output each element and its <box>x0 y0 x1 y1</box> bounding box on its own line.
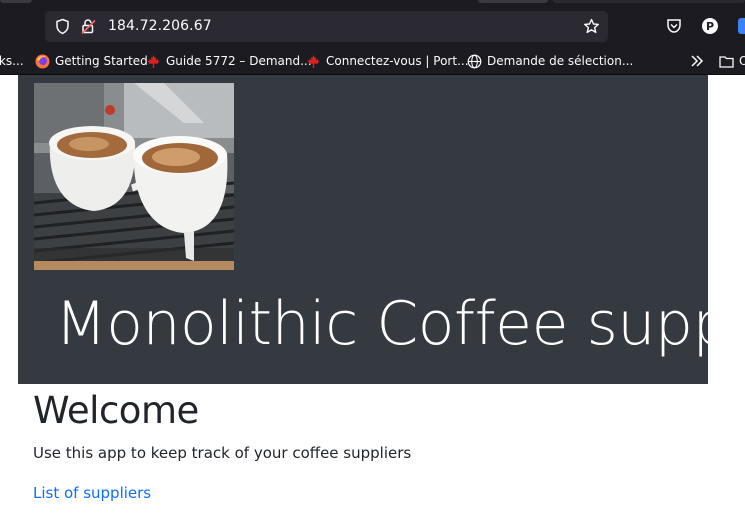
web-page: Monolithic Coffee supp Welcome Use this … <box>0 75 745 517</box>
suppliers-list-link[interactable]: List of suppliers <box>33 484 151 502</box>
address-bar[interactable]: 184.72.206.67 <box>45 11 608 42</box>
shield-icon[interactable] <box>54 18 71 35</box>
page-description: Use this app to keep track of your coffe… <box>33 444 412 462</box>
tab[interactable] <box>553 0 745 3</box>
bookmark-getting-started[interactable]: Getting Started <box>35 52 148 70</box>
bookmark-other-folder[interactable]: O <box>719 52 745 70</box>
bookmark-label: Connectez-vous | Port... <box>326 54 469 68</box>
svg-text:P: P <box>706 20 714 33</box>
insecure-lock-icon[interactable] <box>80 18 97 35</box>
bookmark-item[interactable]: rks... <box>0 52 24 70</box>
bookmark-label: Guide 5772 – Demand... <box>166 54 312 68</box>
bookmark-label: rks... <box>0 54 24 68</box>
espresso-cups-image <box>34 83 234 270</box>
bookmark-connectez-vous[interactable]: Connectez-vous | Port... <box>306 52 469 70</box>
hero-title: Monolithic Coffee supp <box>55 289 708 359</box>
page-heading: Welcome <box>33 389 199 432</box>
url-text[interactable]: 184.72.206.67 <box>108 18 212 34</box>
bookmark-label: Getting Started <box>55 54 148 68</box>
tab-strip <box>0 0 745 7</box>
maple-leaf-icon <box>307 54 320 68</box>
account-avatar-icon[interactable]: P <box>701 17 719 35</box>
chevron-double-right-icon[interactable] <box>690 54 704 68</box>
bookmark-label: Demande de sélection... <box>487 54 634 68</box>
browser-chrome: 184.72.206.67 P rks... Getting Started <box>0 0 745 75</box>
bookmark-label: O <box>739 54 745 68</box>
bookmarks-toolbar: rks... Getting Started Guide 5772 – Dema… <box>0 47 745 74</box>
globe-icon <box>467 54 482 68</box>
pocket-icon[interactable] <box>665 17 683 35</box>
tab[interactable] <box>0 0 32 3</box>
extension-icon[interactable] <box>737 17 745 35</box>
hero-banner: Monolithic Coffee supp <box>18 75 708 384</box>
bookmark-guide-5772[interactable]: Guide 5772 – Demand... <box>146 52 312 70</box>
bookmark-star-icon[interactable] <box>583 18 600 35</box>
tab[interactable] <box>478 0 548 3</box>
bookmark-demande-selection[interactable]: Demande de sélection... <box>467 52 633 70</box>
maple-leaf-icon <box>147 54 160 68</box>
folder-icon <box>719 55 734 68</box>
firefox-icon <box>35 54 50 68</box>
